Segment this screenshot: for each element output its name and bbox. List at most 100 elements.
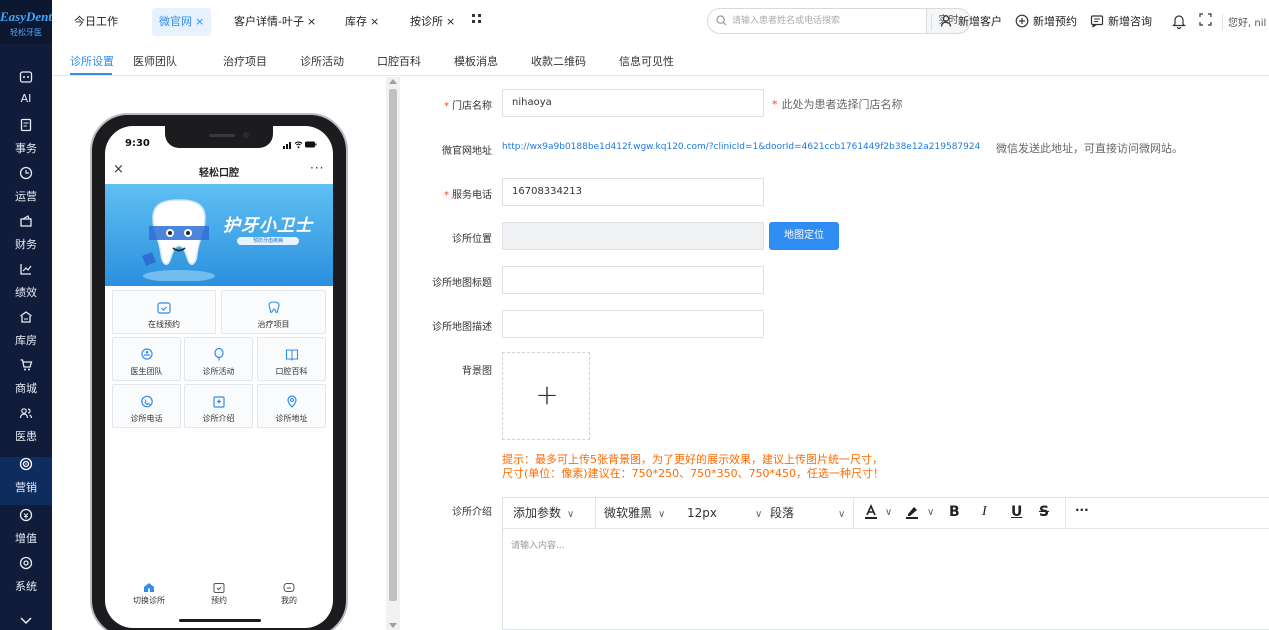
chevron-down-icon [20, 617, 32, 625]
sidebar-item-system[interactable]: 系统 [0, 556, 52, 604]
strikethrough-button[interactable]: S [1039, 504, 1049, 520]
subtab-info-visibility[interactable]: 信息可见性 [619, 53, 674, 69]
tab-customer-detail[interactable]: 客户详情-叶子 × [234, 8, 316, 36]
sidebar-expand-button[interactable] [0, 610, 52, 630]
grid-item-clinic-intro[interactable]: 诊所介绍 [184, 384, 253, 428]
store-name-label: * 门店名称 [444, 101, 492, 112]
site-url-link[interactable]: http://wx9a9b0188be1d412f.wgw.kq120.com/… [502, 142, 980, 152]
grid-item-clinic-phone[interactable]: 诊所电话 [112, 384, 181, 428]
subtab-doctor-team[interactable]: 医师团队 [133, 53, 177, 69]
chevron-down-icon: ∨ [838, 509, 846, 520]
new-appointment-button[interactable]: 新增预约 [1015, 14, 1077, 30]
close-icon[interactable]: × [195, 15, 204, 28]
user-greeting[interactable]: 您好, nil [1228, 14, 1266, 29]
top-header: 今日工作 微官网× 客户详情-叶子× 库存× 按诊所× 实时 新增客户 新增预约… [52, 0, 1269, 44]
clinic-banner[interactable]: 护牙小卫士 预防牙齿疾病 [105, 184, 333, 286]
more-icon[interactable]: ··· [310, 161, 324, 175]
font-size-chevron[interactable]: ∨ [749, 498, 762, 528]
bell-icon[interactable] [1172, 13, 1186, 32]
font-family-dropdown[interactable]: 微软雅黑 ∨ [604, 498, 665, 528]
underline-button[interactable]: U [1011, 504, 1022, 520]
sidebar-item-warehouse[interactable]: 库房 [0, 310, 52, 358]
settings-icon [0, 556, 52, 580]
miniapp-titlebar: × 轻松口腔 ··· [105, 158, 333, 184]
grid-item-doctor-team[interactable]: 医生团队 [112, 337, 181, 381]
subtab-clinic-settings[interactable]: 诊所设置 [70, 53, 114, 69]
tab-micro-site[interactable]: 微官网 × [152, 8, 212, 36]
font-color-icon [865, 504, 877, 519]
brand-logo[interactable]: EasyDent 轻松牙医 [0, 0, 52, 44]
sidebar-item-marketing[interactable]: 营销 [0, 457, 52, 505]
map-title-input[interactable] [502, 266, 764, 294]
search-input[interactable] [732, 13, 917, 29]
highlight-button[interactable] [904, 504, 920, 524]
background-upload[interactable]: + [502, 352, 590, 440]
sidebar-item-patients[interactable]: 医患 [0, 406, 52, 454]
subtab-oral-encyclopedia[interactable]: 口腔百科 [377, 53, 421, 69]
font-size-dropdown[interactable]: 12px [687, 498, 717, 528]
sidebar-item-performance[interactable]: 绩效 [0, 262, 52, 310]
sidebar-item-ai[interactable]: AI [0, 70, 52, 118]
tooth-icon [222, 301, 325, 314]
store-name-input[interactable]: nihaoya [502, 89, 764, 117]
bottom-nav-appointment[interactable]: 预约 [189, 582, 249, 606]
preview-scrollbar[interactable] [386, 77, 400, 630]
bottom-nav-switch-clinic[interactable]: 切换诊所 [119, 582, 179, 606]
user-add-icon [940, 15, 952, 27]
paragraph-chevron[interactable]: ∨ [832, 498, 845, 528]
grid-item-oral-encyclopedia[interactable]: 口腔百科 [257, 337, 326, 381]
grid-item-treatments[interactable]: 治疗项目 [221, 290, 326, 334]
brand-sub: 轻松牙医 [10, 28, 42, 37]
more-tools-button[interactable]: ··· [1075, 503, 1089, 517]
apps-grid-icon[interactable] [472, 14, 482, 27]
font-color-chevron[interactable]: ∨ [885, 507, 892, 518]
close-icon[interactable]: × [446, 15, 455, 28]
map-desc-input[interactable] [502, 310, 764, 338]
grid-item-label: 诊所电话 [130, 414, 163, 423]
paragraph-dropdown[interactable]: 段落 [770, 498, 794, 528]
grid-item-clinic-activities[interactable]: 诊所活动 [184, 337, 253, 381]
italic-button[interactable]: I [982, 504, 987, 520]
bottom-nav-label: 我的 [281, 596, 297, 605]
coin-icon [0, 508, 52, 532]
close-icon[interactable]: × [307, 15, 316, 28]
sidebar-item-mall[interactable]: 商城 [0, 358, 52, 406]
cart-icon [0, 358, 52, 382]
scroll-up-arrow-icon[interactable] [389, 79, 397, 84]
grid-item-online-booking[interactable]: 在线预约 [112, 290, 216, 334]
editor-placeholder[interactable]: 请输入内容... [511, 538, 565, 551]
sidebar-item-finance[interactable]: 财务 [0, 214, 52, 262]
new-customer-button[interactable]: 新增客户 [940, 14, 1002, 30]
sidebar-item-value-added[interactable]: 增值 [0, 508, 52, 556]
subtab-payment-qrcode[interactable]: 收款二维码 [531, 53, 586, 69]
grid-item-clinic-address[interactable]: 诊所地址 [257, 384, 326, 428]
bottom-nav-label: 预约 [211, 596, 227, 605]
bottom-nav-label: 切换诊所 [133, 596, 165, 605]
phone-screen: 9:30 × 轻松口腔 ··· 护牙小卫士 预防牙齿疾病 在线预约 治疗项目 医… [105, 126, 333, 628]
font-color-button[interactable] [863, 504, 879, 524]
map-locate-button[interactable]: 地图定位 [769, 222, 839, 250]
sidebar-item-label: 增值 [15, 532, 37, 545]
bottom-nav-mine[interactable]: 我的 [259, 582, 319, 606]
service-phone-input[interactable]: 16708334213 [502, 178, 764, 206]
subtab-clinic-activities[interactable]: 诊所活动 [300, 53, 344, 69]
add-params-dropdown[interactable]: 添加参数 ∨ [513, 498, 574, 528]
site-url-note: 微信发送此地址，可直接访问微网站。 [996, 142, 1183, 155]
fullscreen-icon[interactable] [1199, 13, 1212, 29]
bold-button[interactable]: B [949, 504, 960, 520]
close-icon[interactable]: × [370, 15, 379, 28]
sidebar-item-label: 库房 [15, 334, 37, 347]
chat-icon [283, 583, 295, 592]
new-consult-button[interactable]: 新增咨询 [1090, 14, 1152, 30]
scroll-down-arrow-icon[interactable] [389, 623, 397, 628]
highlight-chevron[interactable]: ∨ [927, 507, 934, 518]
sidebar-item-operation[interactable]: 运营 [0, 166, 52, 214]
tab-by-clinic[interactable]: 按诊所 × [410, 8, 455, 36]
scrollbar-thumb[interactable] [389, 89, 397, 601]
sidebar-item-affairs[interactable]: 事务 [0, 118, 52, 166]
tab-label: 库存 [345, 15, 367, 28]
tab-inventory[interactable]: 库存 × [345, 8, 379, 36]
subtab-template-messages[interactable]: 模板消息 [454, 53, 498, 69]
subtab-treatments[interactable]: 治疗项目 [223, 53, 267, 69]
tab-today-work[interactable]: 今日工作 [74, 8, 118, 36]
